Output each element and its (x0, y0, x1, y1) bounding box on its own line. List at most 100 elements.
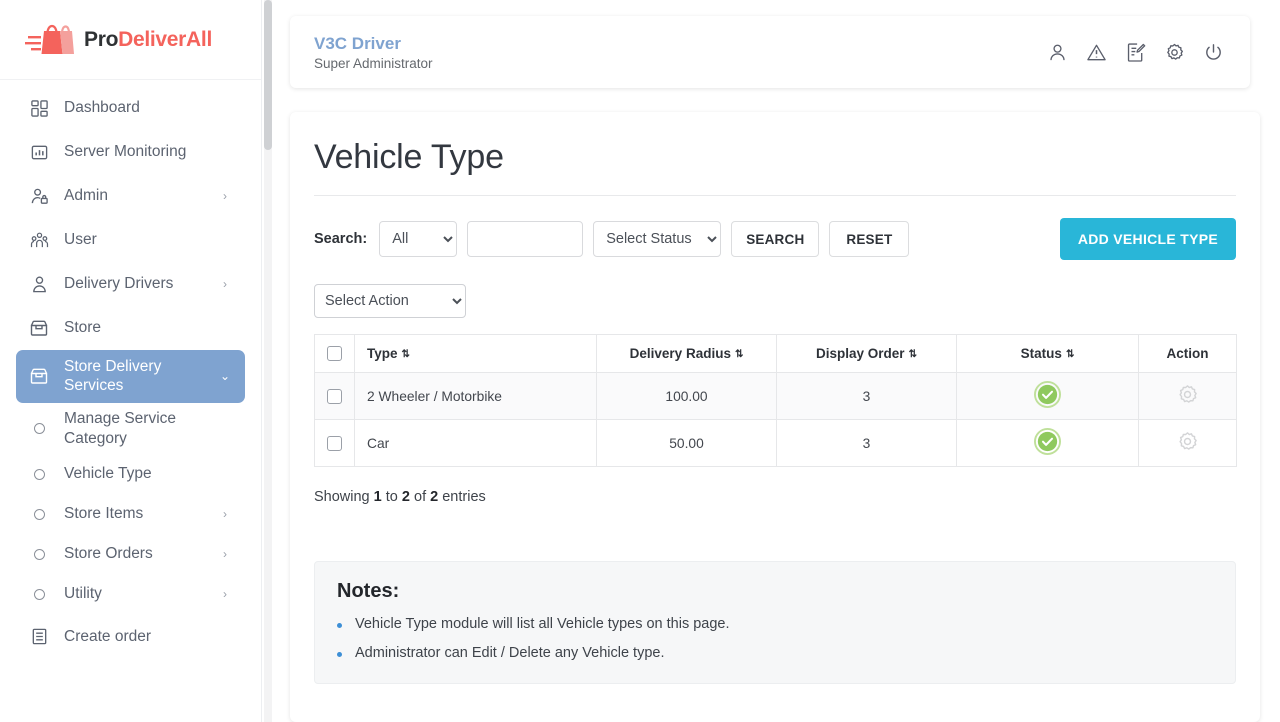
circle-bullet-icon (26, 548, 52, 560)
reset-button[interactable]: RESET (829, 221, 910, 257)
column-header-type[interactable]: Type ⇅ (354, 334, 597, 373)
search-field-select[interactable]: All (379, 221, 458, 257)
sort-icon[interactable]: ⇅ (735, 350, 743, 360)
showing-total: 2 (430, 489, 439, 505)
select-all-checkbox[interactable] (327, 346, 342, 362)
vehicle-type-panel: Vehicle Type Search: All Select Status S… (290, 112, 1260, 722)
sidebar-item-admin[interactable]: Admin › (16, 174, 245, 218)
alert-triangle-icon[interactable] (1083, 39, 1109, 65)
scrollbar-thumb[interactable] (264, 0, 272, 150)
column-header-status[interactable]: Status ⇅ (956, 334, 1139, 373)
column-header-action: Action (1138, 334, 1237, 373)
dashboard-grid-icon (26, 99, 52, 118)
driver-person-icon (26, 275, 52, 294)
row-select-cell (314, 419, 355, 467)
table-body: 2 Wheeler / Motorbike 100.00 3 Car 50.00… (314, 372, 1237, 467)
sort-icon[interactable]: ⇅ (402, 350, 410, 360)
circle-bullet-icon (26, 588, 52, 600)
showing-prefix: Showing (314, 489, 370, 505)
chevron-right-icon: › (223, 277, 227, 291)
circle-bullet-icon (26, 468, 52, 480)
sidebar-item-manage-service-category[interactable]: Manage Service Category (16, 403, 245, 455)
notes-title: Notes: (337, 580, 400, 602)
sort-icon[interactable]: ⇅ (1066, 350, 1074, 360)
gear-icon[interactable] (1176, 383, 1199, 406)
app-name: V3C Driver (314, 33, 401, 53)
column-header-delivery-radius[interactable]: Delivery Radius ⇅ (596, 334, 777, 373)
chevron-right-icon: › (223, 547, 227, 562)
cell-display-order: 3 (776, 419, 957, 467)
bulk-action-select[interactable]: Select Action (314, 284, 466, 318)
column-label: Type (367, 346, 398, 361)
edit-document-icon[interactable] (1122, 39, 1148, 65)
row-select-cell (314, 372, 355, 420)
showing-entries-text: Showing 1 to 2 of 2 entries (314, 489, 1236, 505)
notes-panel: Notes: Vehicle Type module will list all… (314, 561, 1236, 684)
table-row: Car 50.00 3 (314, 419, 1237, 467)
sidebar-item-vehicle-type[interactable]: Vehicle Type (16, 454, 245, 494)
sidebar-subitem-label: Vehicle Type (64, 465, 152, 483)
bar-chart-icon (26, 143, 52, 162)
app-identity: V3C Driver Super Administrator (314, 33, 1044, 71)
row-checkbox[interactable] (327, 388, 342, 404)
sidebar-item-label: Dashboard (64, 99, 140, 117)
top-header-bar: V3C Driver Super Administrator (290, 16, 1250, 88)
sidebar-item-label: User (64, 231, 97, 249)
sidebar-item-create-order[interactable]: Create order (16, 614, 245, 658)
column-header-display-order[interactable]: Display Order ⇅ (776, 334, 957, 373)
header-actions (1044, 39, 1226, 65)
search-button[interactable]: SEARCH (731, 221, 820, 257)
cell-type: 2 Wheeler / Motorbike (354, 372, 597, 420)
sidebar-item-utility[interactable]: Utility › (16, 574, 245, 614)
sidebar-item-server-monitoring[interactable]: Server Monitoring (16, 130, 245, 174)
sort-icon[interactable]: ⇅ (909, 350, 917, 360)
page-scrollbar[interactable] (262, 0, 290, 722)
cell-action (1138, 372, 1237, 420)
search-input[interactable] (467, 221, 584, 257)
sidebar-subitem-label: Store Orders (64, 545, 153, 563)
circle-bullet-icon (26, 423, 52, 435)
row-checkbox[interactable] (327, 435, 342, 451)
sidebar-subitem-label: Store Items (64, 505, 144, 523)
cell-status (956, 372, 1139, 420)
showing-to: 2 (401, 489, 410, 505)
sidebar-item-store-items[interactable]: Store Items › (16, 494, 245, 534)
brand-part-2: DeliverAll (118, 27, 212, 51)
table-header: Type ⇅ Delivery Radius ⇅ Display Order ⇅ St… (314, 334, 1237, 373)
sidebar-item-store-delivery-services[interactable]: Store Delivery Services ⌄ (16, 350, 245, 403)
note-item: Administrator can Edit / Delete any Vehi… (337, 645, 1213, 661)
sidebar: ProDeliverAll Dashboard Server Monitorin… (0, 0, 262, 722)
cell-type: Car (354, 419, 597, 467)
cell-delivery-radius: 50.00 (596, 419, 777, 467)
gear-icon[interactable] (1176, 430, 1199, 453)
showing-from: 1 (373, 489, 382, 505)
sidebar-item-delivery-drivers[interactable]: Delivery Drivers › (16, 262, 245, 306)
sidebar-item-label: Admin (64, 187, 108, 205)
sidebar-subitem-label: Utility (64, 585, 102, 603)
main-content: V3C Driver Super Administrator Vehicle T… (290, 0, 1280, 722)
table-row: 2 Wheeler / Motorbike 100.00 3 (314, 372, 1237, 420)
store-icon (26, 318, 52, 338)
sidebar-item-user[interactable]: User (16, 218, 245, 262)
column-label: Delivery Radius (629, 346, 731, 361)
note-item: Vehicle Type module will list all Vehicl… (337, 616, 1213, 632)
sidebar-item-dashboard[interactable]: Dashboard (16, 86, 245, 130)
document-list-icon (26, 627, 52, 646)
search-status-select[interactable]: Select Status (593, 221, 722, 257)
sidebar-item-label: Store (64, 319, 102, 337)
status-active-check-icon[interactable] (1034, 381, 1061, 408)
sidebar-item-store-orders[interactable]: Store Orders › (16, 534, 245, 574)
chevron-down-icon: ⌄ (219, 369, 231, 384)
brand-part-1: Pro (84, 27, 119, 51)
profile-icon[interactable] (1044, 39, 1070, 65)
brand-logo[interactable]: ProDeliverAll (0, 0, 261, 80)
sidebar-item-label: Delivery Drivers (64, 275, 174, 293)
gear-icon[interactable] (1161, 39, 1187, 65)
status-active-check-icon[interactable] (1034, 428, 1061, 455)
add-vehicle-type-button[interactable]: ADD VEHICLE TYPE (1059, 218, 1236, 260)
sidebar-item-store[interactable]: Store (16, 306, 245, 350)
sidebar-menu: Dashboard Server Monitoring Admin › User… (0, 80, 261, 722)
brand-text: ProDeliverAll (84, 28, 212, 52)
cell-delivery-radius: 100.00 (596, 372, 777, 420)
power-icon[interactable] (1200, 39, 1226, 65)
